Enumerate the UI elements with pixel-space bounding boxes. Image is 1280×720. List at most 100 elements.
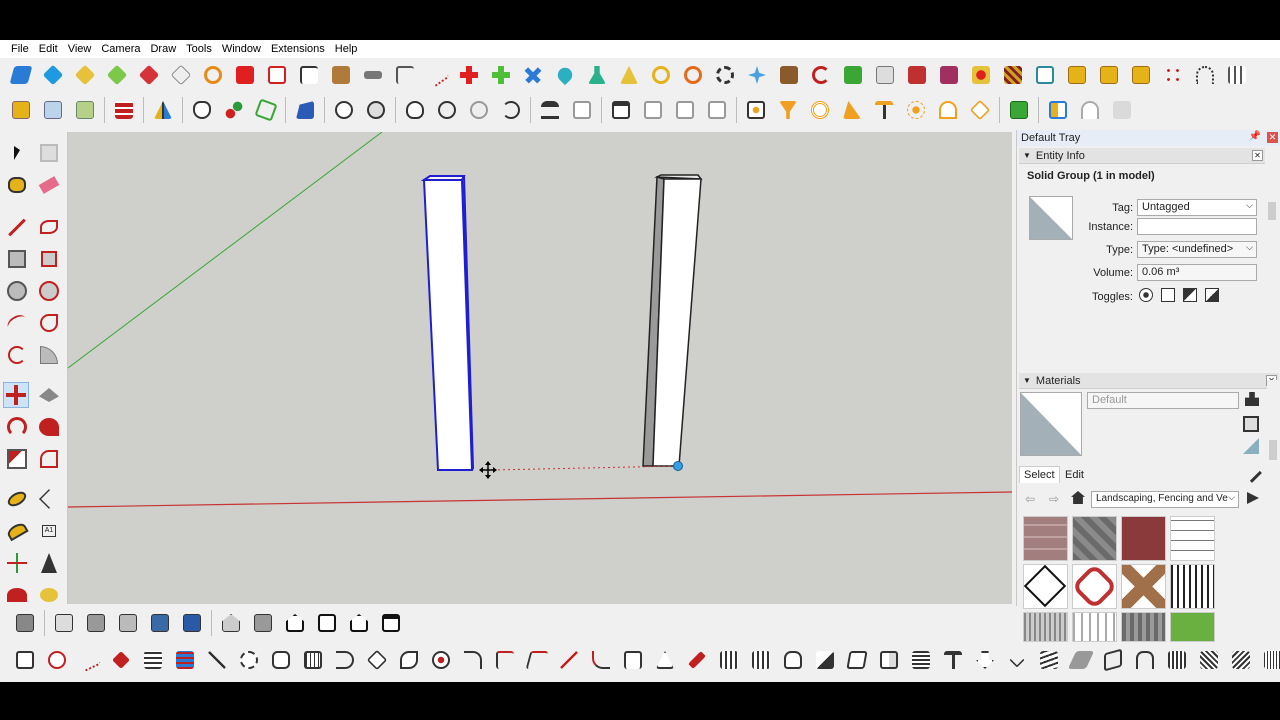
walk-icon[interactable] [4,582,30,608]
teapot-hand-icon[interactable] [434,97,460,123]
paper-icon[interactable] [844,647,870,673]
v-ray-icon[interactable] [331,97,357,123]
dimension-icon[interactable] [36,486,62,512]
eyedropper-icon[interactable] [1242,463,1262,483]
offset-icon[interactable] [36,446,62,472]
create-material-icon[interactable] [1243,416,1259,432]
grid-yellow-2-icon[interactable] [1096,62,1122,88]
gear-dots-icon[interactable] [236,647,262,673]
hook-icon[interactable] [332,647,358,673]
back-view-icon[interactable] [346,610,372,636]
smoove-icon[interactable] [72,62,98,88]
entity-scrollbar[interactable] [1266,188,1278,380]
material-swatch[interactable] [1121,612,1166,642]
panel-tilt-icon[interactable] [1100,647,1126,673]
scene-canvas[interactable] [68,132,1012,604]
tag-dropdown[interactable]: Untagged ⌵ [1137,199,1257,216]
panel-icon[interactable] [1045,97,1071,123]
two-point-arc-icon[interactable] [36,310,62,336]
menu-edit[interactable]: Edit [34,43,63,55]
flag-icon[interactable] [296,62,322,88]
tape-measure-icon[interactable] [4,486,30,512]
column-2-icon[interactable] [748,647,774,673]
flask-icon[interactable] [584,62,610,88]
text-icon[interactable]: A1 [36,518,62,544]
twist-icon[interactable] [396,647,422,673]
frame-lamp-icon[interactable] [569,97,595,123]
type-dropdown[interactable]: Type: <undefined> ⌵ [1137,241,1257,258]
cubes-icon[interactable] [904,62,930,88]
menu-tools[interactable]: Tools [181,43,217,55]
mesh-light-icon[interactable] [967,97,993,123]
blue-x-icon[interactable] [520,62,546,88]
down-arrow-icon[interactable] [972,647,998,673]
right-view-icon[interactable] [314,610,340,636]
red-square-icon[interactable] [232,62,258,88]
menu-extensions[interactable]: Extensions [266,43,330,55]
stamp-icon[interactable] [104,62,130,88]
xray-style-icon[interactable] [51,610,77,636]
grid-yellow-3-icon[interactable] [1128,62,1154,88]
protractor-icon[interactable] [4,518,30,544]
look-around-icon[interactable] [36,582,62,608]
material-swatch[interactable] [1023,516,1068,561]
dome-light-icon[interactable] [935,97,961,123]
pattern-icon[interactable] [1000,62,1026,88]
push-pull-icon[interactable] [36,382,62,408]
green-box-icon[interactable] [1006,97,1032,123]
red-dot-icon[interactable] [968,62,994,88]
omni-light-icon[interactable] [903,97,929,123]
display-secondary-icon[interactable] [1245,392,1259,406]
stack-color-icon[interactable] [172,647,198,673]
component-icon[interactable] [36,140,62,166]
tower-icon[interactable] [1164,647,1190,673]
frame-teal-icon[interactable] [1032,62,1058,88]
red-tool-icon[interactable] [108,647,134,673]
material-swatch[interactable] [1121,564,1166,609]
triangle-icon[interactable] [652,647,678,673]
chair-icon[interactable] [620,647,646,673]
forward-arrow-icon[interactable]: ⇨ [1049,492,1059,506]
menu-draw[interactable]: Draw [145,43,181,55]
current-material-preview[interactable] [1020,392,1082,456]
back-arrow-icon[interactable]: ⇦ [1025,492,1035,506]
material-swatch[interactable] [1072,612,1117,642]
window-teapot-icon[interactable] [640,97,666,123]
arrow-curve-icon[interactable] [460,647,486,673]
weld-icon[interactable] [12,647,38,673]
split-icon[interactable] [204,647,230,673]
spotlight-icon[interactable] [775,97,801,123]
crate-icon[interactable] [776,62,802,88]
follow-me-icon[interactable] [36,414,62,440]
material-swatch[interactable] [1170,564,1215,609]
grid-outline-icon[interactable] [300,647,326,673]
flip-edge-icon[interactable] [200,62,226,88]
teapot-icon[interactable] [402,97,428,123]
sandbox-from-contours-icon[interactable] [8,62,34,88]
model-viewport[interactable] [68,132,1012,604]
polygon-icon[interactable] [36,278,62,304]
eraser-icon[interactable] [36,172,62,198]
pin-icon[interactable] [940,647,966,673]
collapse-triangle-icon[interactable]: ▼ [1023,376,1031,385]
pin-icon[interactable]: 📌 [1249,131,1261,142]
warning-icon[interactable] [616,62,642,88]
material-editor-icon[interactable] [363,97,389,123]
grid-dark-icon[interactable] [1224,62,1250,88]
window-sphere-icon[interactable] [672,97,698,123]
default-material-icon[interactable] [1243,438,1259,454]
arch-icon[interactable] [1077,97,1103,123]
grid-small-icon[interactable] [1260,647,1280,673]
textured-style-icon[interactable] [179,610,205,636]
selected-post[interactable] [420,175,475,471]
arc-icon[interactable] [4,310,30,336]
stairs-icon[interactable] [812,647,838,673]
cube-green-icon[interactable] [72,97,98,123]
add-detail-icon[interactable] [168,62,194,88]
collapse-triangle-icon[interactable]: ▼ [1023,151,1031,160]
brush-icon[interactable] [684,647,710,673]
rectangle-icon[interactable] [4,246,30,272]
sun-house-icon[interactable] [743,97,769,123]
3d-text-icon[interactable] [36,550,62,576]
ghost-icon[interactable] [1109,97,1135,123]
